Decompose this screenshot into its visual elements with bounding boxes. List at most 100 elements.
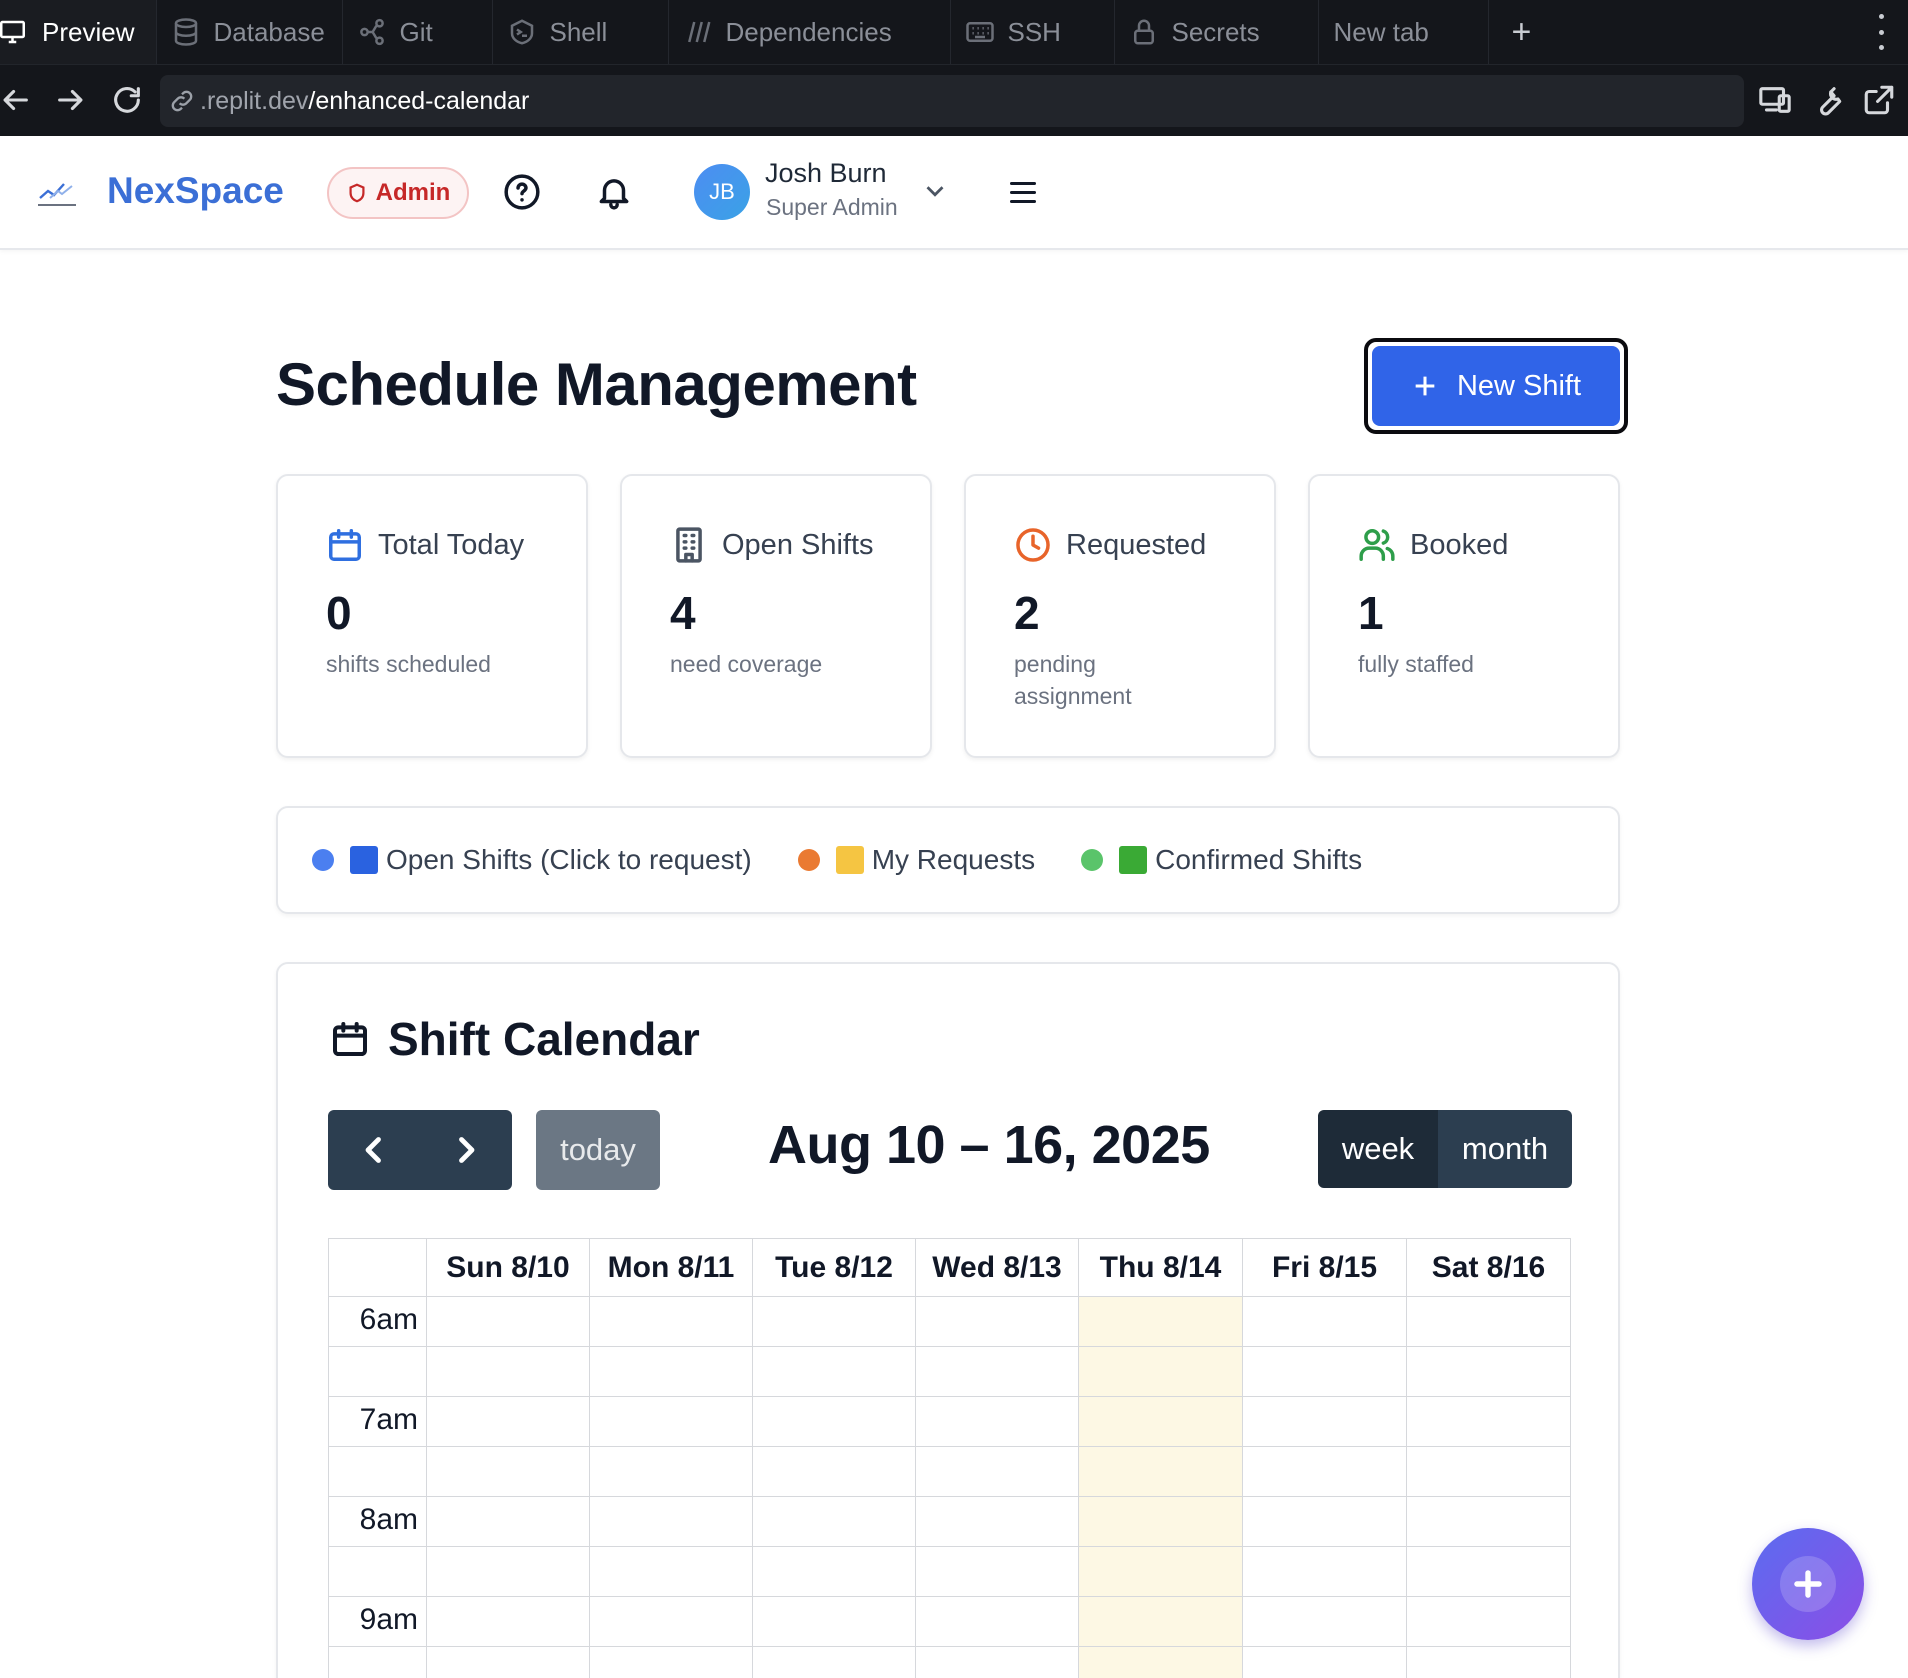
time-slot[interactable] [426, 1646, 590, 1678]
day-header[interactable]: Tue 8/12 [752, 1238, 916, 1297]
url-field[interactable]: .replit.dev/enhanced-calendar [160, 75, 1744, 127]
time-slot[interactable] [426, 1346, 590, 1397]
next-week-button[interactable] [420, 1110, 512, 1190]
time-slot-today[interactable] [1078, 1546, 1243, 1597]
time-slot[interactable] [915, 1496, 1079, 1547]
tab-dependencies[interactable]: Dependencies [669, 0, 952, 64]
time-slot-today[interactable] [1078, 1646, 1243, 1678]
time-slot[interactable] [426, 1546, 590, 1597]
tab-new-tab[interactable]: New tab [1319, 0, 1490, 64]
time-slot-today[interactable] [1078, 1346, 1243, 1397]
time-slot[interactable] [915, 1646, 1079, 1678]
time-slot[interactable] [426, 1446, 590, 1497]
floating-add-button[interactable] [1752, 1528, 1864, 1640]
time-slot[interactable] [1242, 1496, 1407, 1547]
tab-preview[interactable]: Preview [0, 0, 158, 64]
time-slot[interactable] [426, 1596, 590, 1647]
time-slot[interactable] [1242, 1446, 1407, 1497]
time-slot[interactable] [589, 1496, 753, 1547]
time-slot[interactable] [915, 1396, 1079, 1447]
month-view-button[interactable]: month [1438, 1110, 1572, 1188]
avatar[interactable]: JB [694, 164, 750, 220]
time-slot[interactable] [752, 1346, 916, 1397]
today-button[interactable]: today [536, 1110, 660, 1190]
time-slot[interactable] [589, 1296, 753, 1347]
time-slot[interactable] [915, 1346, 1079, 1397]
time-slot[interactable] [1242, 1346, 1407, 1397]
time-slot[interactable] [1242, 1646, 1407, 1678]
forward-icon[interactable] [54, 83, 88, 117]
prev-week-button[interactable] [328, 1110, 420, 1190]
time-slot[interactable] [1406, 1596, 1571, 1647]
new-shift-button[interactable]: New Shift [1372, 346, 1620, 426]
admin-badge[interactable]: Admin [327, 167, 469, 219]
chevron-down-icon[interactable] [920, 176, 950, 206]
week-view-button[interactable]: week [1318, 1110, 1438, 1188]
tab-ssh[interactable]: SSH [951, 0, 1116, 64]
tab-database[interactable]: Database [157, 0, 344, 64]
time-slot-today[interactable] [1078, 1396, 1243, 1447]
day-header[interactable]: Fri 8/15 [1242, 1238, 1407, 1297]
add-tab-button[interactable]: + [1489, 0, 1553, 64]
time-slot[interactable] [1406, 1546, 1571, 1597]
time-slot[interactable] [915, 1596, 1079, 1647]
url-domain: .replit.dev [200, 86, 309, 115]
tab-label: Database [213, 16, 325, 47]
time-slot[interactable] [426, 1296, 590, 1347]
time-slot[interactable] [915, 1296, 1079, 1347]
time-slot[interactable] [915, 1546, 1079, 1597]
time-slot[interactable] [1406, 1296, 1571, 1347]
back-icon[interactable] [0, 83, 32, 117]
tab-secrets[interactable]: Secrets [1115, 0, 1320, 64]
reload-icon[interactable] [110, 83, 144, 117]
time-slot[interactable] [589, 1446, 753, 1497]
time-slot[interactable] [752, 1646, 916, 1678]
devices-icon[interactable] [1758, 83, 1792, 117]
day-header[interactable]: Thu 8/14 [1078, 1238, 1243, 1297]
time-slot-today[interactable] [1078, 1496, 1243, 1547]
time-slot[interactable] [589, 1546, 753, 1597]
time-slot-today[interactable] [1078, 1446, 1243, 1497]
wrench-icon[interactable] [1810, 83, 1844, 117]
time-slot[interactable] [752, 1596, 916, 1647]
help-icon[interactable] [503, 173, 541, 211]
address-bar: .replit.dev/enhanced-calendar [0, 64, 1908, 136]
time-slot[interactable] [589, 1596, 753, 1647]
time-slot[interactable] [1242, 1396, 1407, 1447]
day-header[interactable]: Sat 8/16 [1406, 1238, 1571, 1297]
day-header[interactable]: Sun 8/10 [426, 1238, 590, 1297]
time-slot-today[interactable] [1078, 1596, 1243, 1647]
time-slot[interactable] [1242, 1546, 1407, 1597]
tab-git[interactable]: Git [343, 0, 494, 64]
tab-shell[interactable]: Shell [493, 0, 670, 64]
menu-icon[interactable] [1010, 172, 1044, 212]
time-slot[interactable] [1406, 1496, 1571, 1547]
time-slot[interactable] [1406, 1446, 1571, 1497]
time-slot[interactable] [1406, 1396, 1571, 1447]
time-slot[interactable] [915, 1446, 1079, 1497]
time-slot-today[interactable] [1078, 1296, 1243, 1347]
time-slot[interactable] [752, 1446, 916, 1497]
legend-dot [312, 849, 334, 871]
time-slot[interactable] [752, 1496, 916, 1547]
more-options-icon[interactable] [1874, 14, 1888, 50]
time-slot[interactable] [1406, 1346, 1571, 1397]
time-slot[interactable] [752, 1396, 916, 1447]
time-slot[interactable] [752, 1546, 916, 1597]
time-slot[interactable] [589, 1396, 753, 1447]
time-slot[interactable] [426, 1396, 590, 1447]
time-slot[interactable] [1242, 1596, 1407, 1647]
day-header[interactable]: Mon 8/11 [589, 1238, 753, 1297]
time-slot[interactable] [752, 1296, 916, 1347]
bell-icon[interactable] [595, 173, 633, 211]
brand-name[interactable]: NexSpace [107, 170, 284, 212]
time-slot[interactable] [589, 1646, 753, 1678]
time-slot[interactable] [426, 1496, 590, 1547]
logo[interactable] [36, 176, 80, 210]
user-name[interactable]: Josh Burn [765, 158, 887, 189]
time-slot[interactable] [589, 1346, 753, 1397]
external-link-icon[interactable] [1862, 83, 1896, 117]
time-slot[interactable] [1406, 1646, 1571, 1678]
time-slot[interactable] [1242, 1296, 1407, 1347]
day-header[interactable]: Wed 8/13 [915, 1238, 1079, 1297]
